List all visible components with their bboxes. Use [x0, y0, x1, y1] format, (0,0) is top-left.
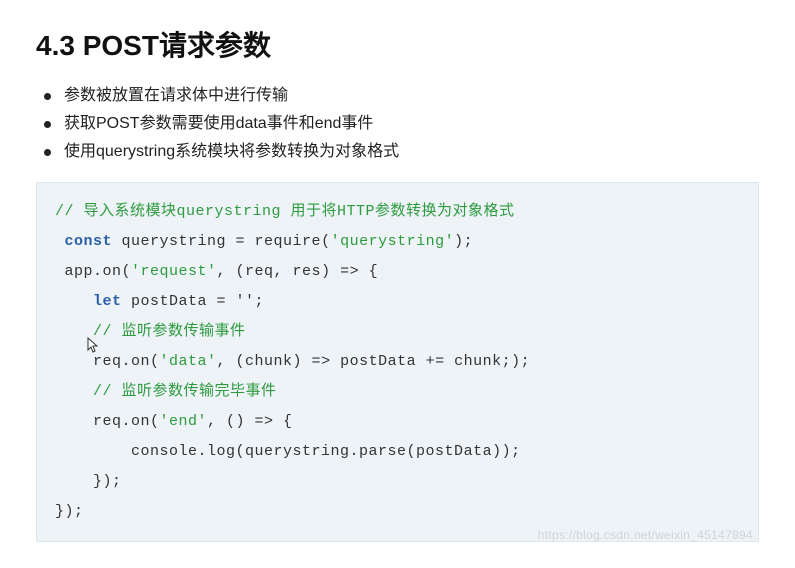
code-text: req.on( [55, 353, 160, 370]
code-string: 'request' [131, 263, 217, 280]
code-comment: // 监听参数传输完毕事件 [93, 383, 277, 400]
code-string: 'querystring' [331, 233, 455, 250]
code-text: querystring = require( [112, 233, 331, 250]
list-item: 参数被放置在请求体中进行传输 [44, 82, 759, 110]
code-comment: // 导入系统模块querystring 用于将HTTP参数转换为对象格式 [55, 203, 515, 220]
code-text: , () => { [207, 413, 293, 430]
code-text: postData = ''; [122, 293, 265, 310]
code-text: }); [55, 473, 122, 490]
code-indent [55, 383, 93, 400]
watermark-text: https://blog.csdn.net/weixin_45147894 [36, 528, 753, 542]
code-string: 'data' [160, 353, 217, 370]
code-text: , (chunk) => postData += chunk;); [217, 353, 531, 370]
code-indent [55, 293, 93, 310]
code-text: app.on( [65, 263, 132, 280]
code-string: 'end' [160, 413, 208, 430]
list-item: 获取POST参数需要使用data事件和end事件 [44, 110, 759, 138]
code-text: ); [454, 233, 473, 250]
list-item: 使用querystring系统模块将参数转换为对象格式 [44, 138, 759, 166]
code-text: , (req, res) => { [217, 263, 379, 280]
code-keyword: let [93, 293, 122, 310]
code-text: req.on( [55, 413, 160, 430]
bullet-list: 参数被放置在请求体中进行传输 获取POST参数需要使用data事件和end事件 … [44, 82, 759, 166]
code-block: // 导入系统模块querystring 用于将HTTP参数转换为对象格式 co… [36, 182, 759, 542]
section-heading: 4.3 POST请求参数 [36, 24, 759, 64]
code-text: }); [55, 503, 84, 520]
code-text: console.log(querystring.parse(postData))… [55, 443, 521, 460]
code-comment: // 监听参数传输事件 [93, 323, 246, 340]
code-keyword: const [65, 233, 113, 250]
